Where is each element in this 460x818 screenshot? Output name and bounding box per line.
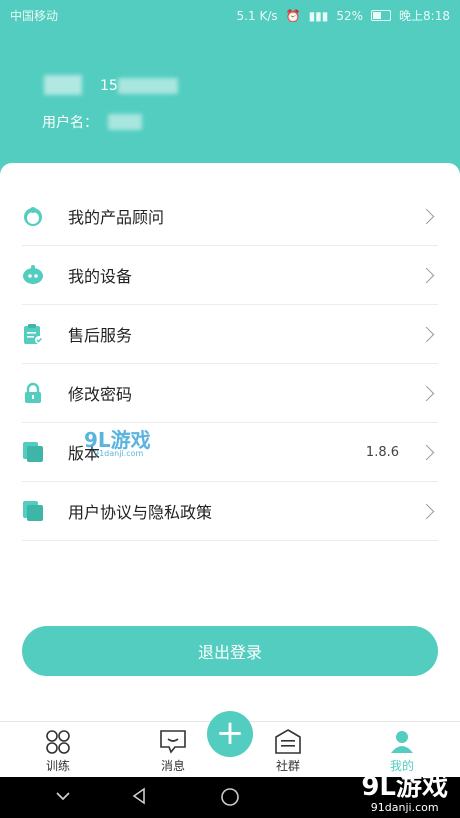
service-icon	[22, 323, 44, 345]
menu-item-service[interactable]: 售后服务	[22, 305, 438, 364]
avatar-redacted	[44, 75, 82, 95]
lock-icon	[22, 382, 44, 404]
signal-icon: ▮▮▮	[308, 8, 329, 23]
watermark-site: 91danji.com	[370, 801, 439, 814]
battery-icon	[371, 10, 392, 21]
version-icon	[22, 441, 44, 463]
menu-label: 修改密码	[68, 385, 133, 404]
battery-percent: 52%	[336, 8, 364, 23]
alarm-icon: ⏰	[285, 8, 301, 23]
advisor-icon	[22, 205, 44, 227]
message-icon	[160, 730, 186, 754]
version-value: 1.8.6	[365, 444, 399, 460]
nav-down-icon[interactable]	[54, 787, 72, 805]
chevron-right-icon	[418, 444, 435, 460]
watermark-site: 91danji.com	[94, 449, 144, 458]
chevron-right-icon	[418, 326, 435, 342]
tab-label: 训练	[45, 759, 70, 773]
carrier-text: 中国移动	[10, 9, 59, 23]
username-label: 用户名：	[42, 115, 98, 131]
tab-community[interactable]: 社群	[248, 722, 328, 778]
watermark-center: 9L游戏 91danji.com	[84, 424, 151, 458]
phone-redacted	[118, 78, 178, 94]
community-icon	[275, 729, 301, 754]
agreement-icon	[22, 500, 44, 522]
watermark-corner: 9L游戏 91danji.com	[361, 766, 448, 814]
menu-item-password[interactable]: 修改密码	[22, 364, 438, 423]
phone-number: 15	[100, 78, 118, 94]
logout-button[interactable]: 退出登录	[22, 626, 438, 676]
training-icon	[46, 730, 70, 754]
nav-home-icon[interactable]	[220, 787, 240, 807]
status-bar: 中国移动 5.1 K/s ⏰ ▮▮▮ 52% 晚上8:18	[0, 0, 460, 28]
tab-messages[interactable]: 消息	[133, 722, 213, 778]
device-icon	[22, 264, 44, 286]
tab-label: 消息	[160, 759, 185, 773]
chevron-right-icon	[418, 267, 435, 283]
menu-label: 用户协议与隐私政策	[68, 503, 213, 522]
chevron-right-icon	[418, 208, 435, 224]
nav-back-icon[interactable]	[130, 787, 148, 805]
network-speed: 5.1 K/s	[236, 8, 278, 23]
username-redacted	[108, 114, 142, 130]
chevron-right-icon	[418, 503, 435, 519]
tab-training[interactable]: 训练	[18, 722, 98, 778]
menu-label: 我的设备	[68, 267, 133, 286]
chevron-right-icon	[418, 385, 435, 401]
user-icon	[391, 731, 413, 753]
add-button[interactable]: +	[207, 711, 253, 757]
menu-item-agreement[interactable]: 用户协议与隐私政策	[22, 482, 438, 541]
menu-item-device[interactable]: 我的设备	[22, 246, 438, 305]
clock-time: 晚上8:18	[399, 9, 450, 23]
watermark-brand: 9L游戏	[361, 772, 448, 802]
tab-label: 社群	[275, 759, 300, 773]
menu-item-advisor[interactable]: 我的产品顾问	[22, 187, 438, 246]
menu-label: 我的产品顾问	[68, 208, 165, 227]
menu-label: 售后服务	[68, 326, 133, 345]
